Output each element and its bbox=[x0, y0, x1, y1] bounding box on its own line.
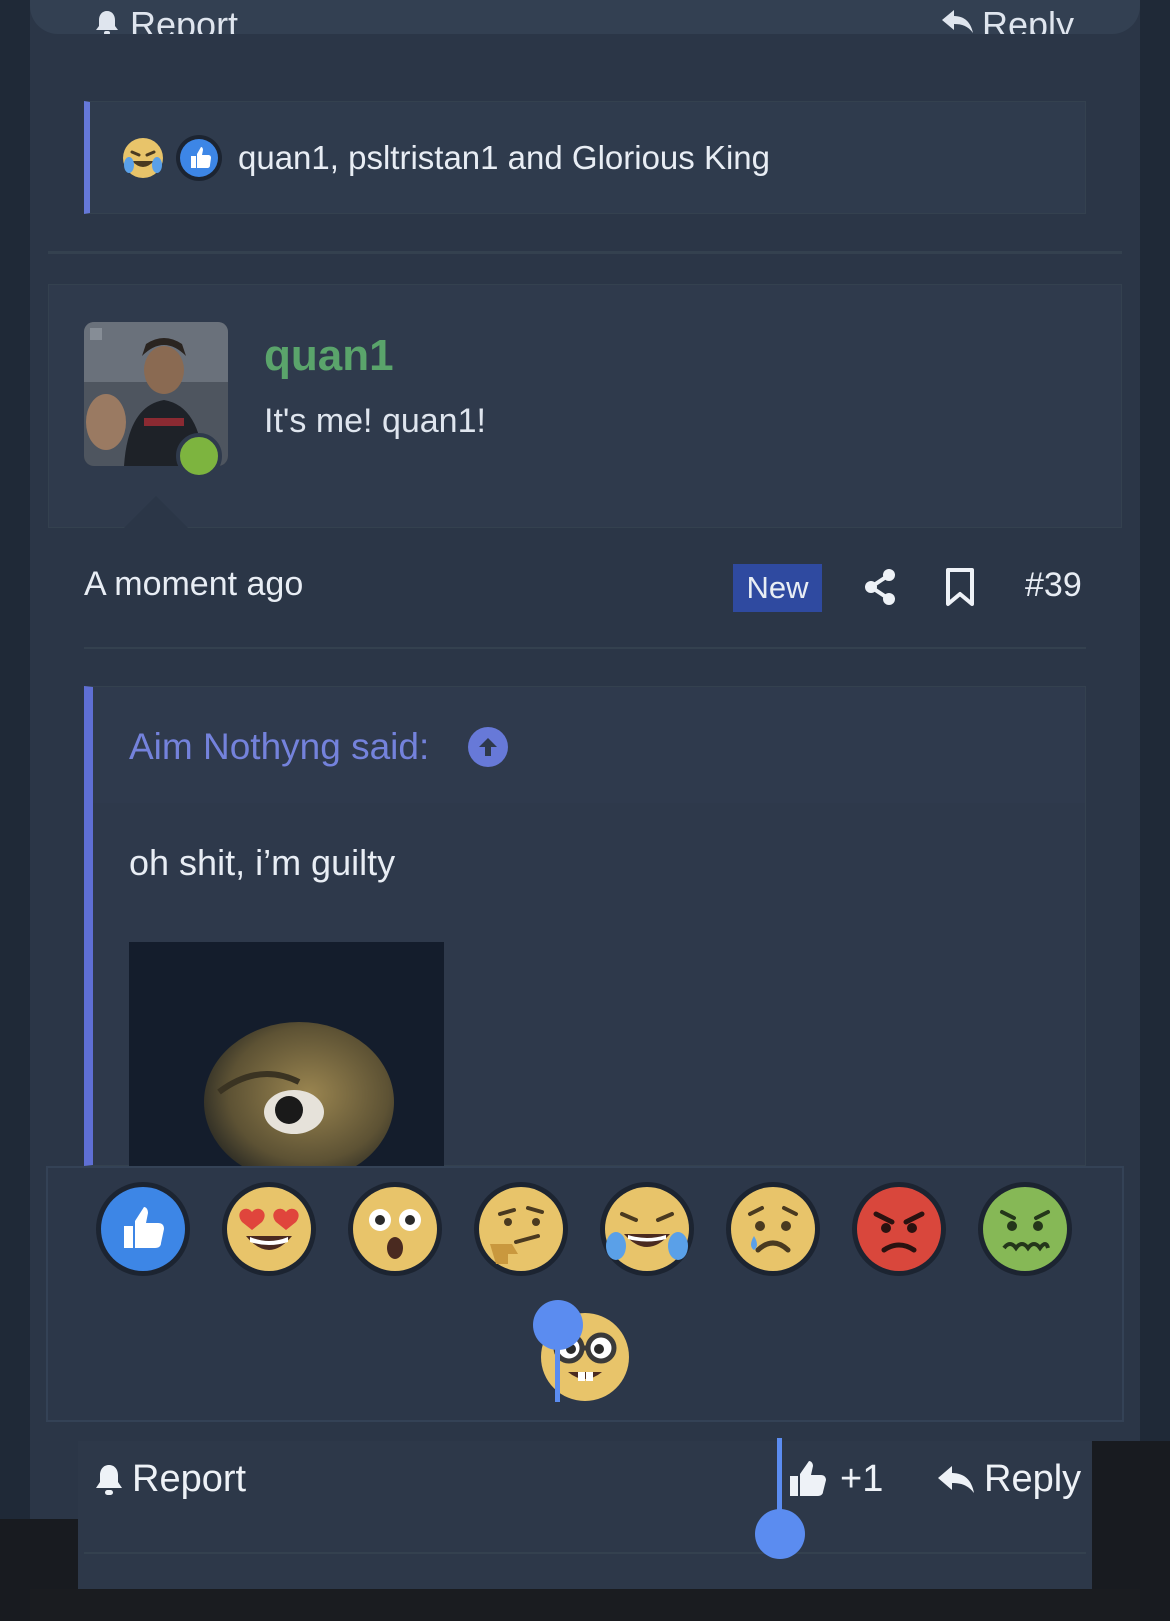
thinking-reaction-icon[interactable] bbox=[474, 1182, 568, 1276]
reaction-users[interactable]: quan1, psltristan1 and Glorious King bbox=[238, 139, 770, 177]
laughing-crying-icon bbox=[120, 135, 166, 181]
like-count[interactable]: +1 bbox=[840, 1458, 883, 1501]
post-timestamp[interactable]: A moment ago bbox=[84, 565, 303, 604]
divider bbox=[48, 251, 1122, 254]
previous-post-action-bar: Report Reply bbox=[30, 0, 1140, 34]
arrow-up-icon[interactable] bbox=[468, 727, 508, 767]
divider bbox=[84, 647, 1086, 649]
like-reaction-icon[interactable] bbox=[96, 1182, 190, 1276]
reply-icon[interactable] bbox=[940, 6, 976, 34]
sad-reaction-icon[interactable] bbox=[726, 1182, 820, 1276]
bookmark-icon[interactable] bbox=[940, 567, 980, 607]
quote-author[interactable]: Aim Nothyng said: bbox=[129, 726, 429, 768]
sick-reaction-icon[interactable] bbox=[978, 1182, 1072, 1276]
share-icon[interactable] bbox=[860, 567, 900, 607]
selection-handle-end[interactable] bbox=[755, 1509, 805, 1559]
haha-reaction-icon[interactable] bbox=[600, 1182, 694, 1276]
bell-icon[interactable] bbox=[92, 8, 122, 34]
new-badge: New bbox=[733, 564, 822, 612]
wow-reaction-icon[interactable] bbox=[348, 1182, 442, 1276]
reaction-summary[interactable]: quan1, psltristan1 and Glorious King bbox=[84, 101, 1086, 214]
online-indicator bbox=[176, 433, 222, 479]
username[interactable]: quan1 bbox=[264, 331, 394, 381]
previous-reply-link[interactable]: Reply bbox=[982, 4, 1074, 34]
post-number[interactable]: #39 bbox=[1025, 566, 1082, 605]
reply-icon[interactable] bbox=[936, 1462, 976, 1501]
divider bbox=[84, 1552, 1086, 1554]
love-reaction-icon[interactable] bbox=[222, 1182, 316, 1276]
selection-handle-start[interactable] bbox=[533, 1300, 583, 1350]
bell-icon[interactable] bbox=[92, 1462, 126, 1503]
quote-image[interactable] bbox=[129, 942, 444, 1166]
quote-text: oh shit, i’m guilty bbox=[129, 842, 396, 883]
thumbs-up-icon[interactable] bbox=[788, 1458, 830, 1505]
report-link[interactable]: Report bbox=[132, 1458, 246, 1501]
header-pointer bbox=[124, 496, 188, 528]
dark-edge bbox=[30, 1589, 1140, 1621]
previous-report-link[interactable]: Report bbox=[130, 4, 238, 34]
like-icon bbox=[176, 134, 222, 181]
reply-link[interactable]: Reply bbox=[984, 1458, 1081, 1501]
user-title: It's me! quan1! bbox=[264, 402, 486, 440]
angry-reaction-icon[interactable] bbox=[852, 1182, 946, 1276]
